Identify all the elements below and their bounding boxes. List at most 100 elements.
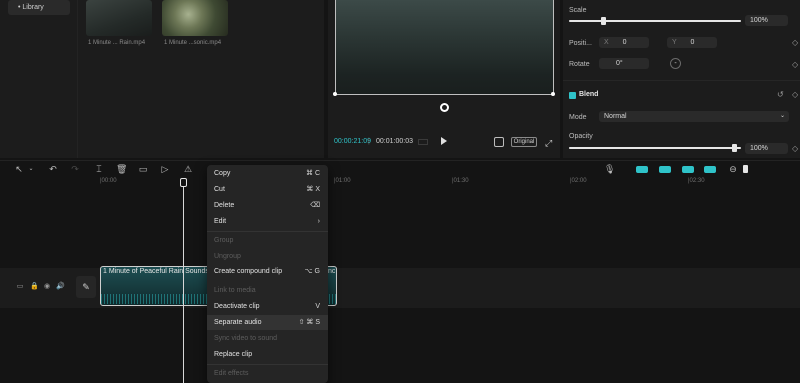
menu-separator	[207, 231, 328, 232]
menu-item-label: Link to media	[214, 287, 256, 294]
zoom-out-icon[interactable]: ⊖	[728, 164, 738, 174]
playhead-handle[interactable]	[180, 178, 187, 187]
menu-item-cut[interactable]: Cut ⌘ X	[207, 182, 328, 197]
ruler-tick-5: |02:30	[688, 178, 705, 184]
keyframe-icon[interactable]: ◇	[792, 38, 798, 47]
position-y-field[interactable]: Y 0	[667, 37, 717, 48]
menu-item-label: Create compound clip	[214, 268, 283, 275]
ruler-tick-4: |02:00	[570, 178, 587, 184]
ruler-tick-3: |01:30	[452, 178, 469, 184]
resize-handle-br[interactable]	[551, 92, 555, 96]
menu-item-separate-audio[interactable]: Separate audio ⇧ ⌘ S	[207, 315, 328, 330]
mode-label: Mode	[569, 114, 587, 121]
undo-icon[interactable]: ↶	[48, 164, 58, 174]
chevron-down-icon[interactable]: ⌄	[26, 164, 36, 174]
media-name-2: 1 Minute ...sonic.mp4	[164, 40, 222, 46]
eye-icon[interactable]: ◉	[43, 283, 51, 291]
menu-item-label: Edit	[214, 218, 227, 225]
lock-icon[interactable]: 🔒	[30, 283, 39, 291]
blend-label: Blend	[579, 91, 599, 98]
scale-field[interactable]: 100%	[745, 15, 788, 26]
reset-icon[interactable]: ↺	[777, 90, 784, 99]
preview-toggle-icon[interactable]	[682, 166, 694, 173]
scale-slider-knob[interactable]	[601, 17, 606, 25]
context-menu: Copy ⌘ C Cut ⌘ X Delete ⌫ Edit › Group Ungro…	[207, 165, 328, 383]
menu-separator	[207, 364, 328, 365]
fit-icon[interactable]	[494, 137, 504, 147]
menu-item-group: Group	[207, 233, 328, 248]
menu-item-replace-clip[interactable]: Replace clip	[207, 347, 328, 362]
edit-cover-button[interactable]: ✎	[76, 276, 96, 298]
speaker-icon[interactable]: 🔊	[56, 283, 65, 291]
magnet-toggle-icon[interactable]	[636, 166, 648, 173]
menu-item-label: Cut	[214, 186, 225, 193]
menu-item-label: Ungroup	[214, 253, 241, 260]
rotate-label: Rotate	[569, 61, 590, 68]
resize-handle-bl[interactable]	[333, 92, 337, 96]
menu-item-label: Deactivate clip	[214, 303, 260, 310]
delete-icon[interactable]: 🗑	[116, 164, 127, 174]
position-x-field[interactable]: X 0	[599, 37, 649, 48]
opacity-label: Opacity	[569, 133, 593, 140]
position-y-value: 0	[690, 39, 695, 46]
fullscreen-icon[interactable]: ⤢	[545, 138, 552, 149]
sidebar-item-label: Library	[22, 4, 44, 11]
divider	[563, 80, 800, 81]
split-icon[interactable]: ⌶	[94, 164, 104, 174]
menu-item-shortcut: ⌫	[310, 202, 320, 209]
rotate-field[interactable]: 0°	[599, 58, 649, 69]
total-timecode: 00:01:00:03	[376, 138, 413, 145]
video-preview[interactable]	[335, 0, 554, 95]
rotate-value: 0°	[616, 60, 623, 67]
warning-icon[interactable]: ⚠	[183, 164, 193, 174]
menu-item-edit[interactable]: Edit ›	[207, 214, 328, 229]
menu-item-delete[interactable]: Delete ⌫	[207, 198, 328, 213]
crop-icon[interactable]: ▭	[138, 164, 148, 174]
chevron-right-icon: ›	[317, 218, 320, 225]
menu-item-sync-video-to-sound: Sync video to sound	[207, 331, 328, 346]
media-thumbnail-1[interactable]	[86, 0, 152, 36]
speed-icon[interactable]: ▷	[160, 164, 170, 174]
blend-checkbox[interactable]	[569, 92, 576, 99]
redo-icon[interactable]: ↷	[70, 164, 80, 174]
rotate-reset-button[interactable]: -	[670, 58, 681, 69]
rotate-keyframe-icon[interactable]: ◇	[792, 60, 798, 69]
snap-toggle-icon[interactable]	[704, 166, 716, 173]
play-icon[interactable]	[441, 137, 447, 145]
opacity-slider[interactable]	[569, 147, 741, 149]
rotate-handle-icon[interactable]	[440, 103, 449, 112]
sidebar-item-library[interactable]: • Library	[8, 0, 70, 15]
media-name-1: 1 Minute ... Rain.mp4	[88, 40, 146, 46]
opacity-keyframe-icon[interactable]: ◇	[792, 144, 798, 153]
timeline-mode-icon[interactable]	[418, 139, 428, 145]
blend-keyframe-icon[interactable]: ◇	[792, 90, 798, 99]
media-thumbnail-2[interactable]	[162, 0, 228, 36]
zoom-slider-knob[interactable]	[743, 165, 748, 173]
timecode-separator: |	[368, 138, 370, 145]
mode-value: Normal	[604, 113, 627, 120]
menu-item-deactivate-clip[interactable]: Deactivate clip V	[207, 299, 328, 314]
ruler-tick-1: |00:00	[100, 178, 117, 184]
ruler-tick-2: |01:00	[334, 178, 351, 184]
menu-item-label: Replace clip	[214, 351, 253, 358]
opacity-field[interactable]: 100%	[745, 143, 788, 154]
menu-item-ungroup: Ungroup	[207, 249, 328, 264]
microphone-icon[interactable]: 🎙	[604, 164, 615, 174]
track-cover-icon[interactable]: ▭	[16, 283, 24, 291]
menu-item-shortcut: ⌥ G	[304, 268, 320, 275]
opacity-slider-fill	[569, 147, 741, 149]
menu-item-label: Group	[214, 237, 234, 244]
library-sidebar	[0, 0, 78, 158]
link-toggle-icon[interactable]	[659, 166, 671, 173]
position-y-axis: Y	[672, 39, 677, 46]
menu-item-create-compound-clip[interactable]: Create compound clip ⌥ G	[207, 264, 328, 279]
current-timecode: 00:00:21:09	[334, 138, 371, 145]
original-ratio-button[interactable]: Original	[511, 137, 537, 147]
menu-item-copy[interactable]: Copy ⌘ C	[207, 166, 328, 181]
opacity-slider-knob[interactable]	[732, 144, 737, 152]
playhead-line[interactable]	[183, 180, 184, 383]
scale-slider[interactable]	[569, 20, 741, 22]
select-cursor-icon[interactable]: ↖	[14, 164, 24, 174]
mode-select[interactable]: Normal ⌄	[599, 111, 789, 122]
chevron-down-icon: ⌄	[779, 113, 785, 119]
